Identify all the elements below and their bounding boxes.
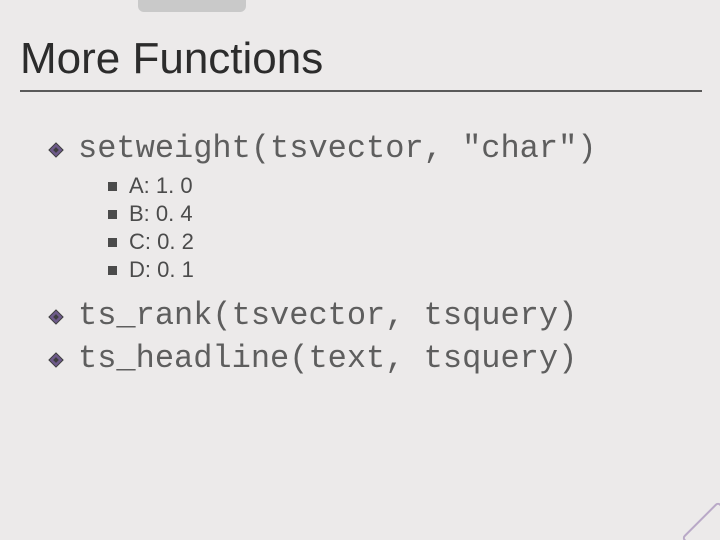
- list-item: B: 0. 4: [108, 201, 700, 227]
- diamond-bullet-icon: [48, 352, 64, 368]
- sub-text: A: 1. 0: [129, 173, 193, 199]
- list-item: A: 1. 0: [108, 173, 700, 199]
- list-item: ts_rank(tsvector, tsquery): [48, 297, 700, 334]
- slide-body: setweight(tsvector, "char") A: 1. 0 B: 0…: [20, 130, 700, 377]
- code-text: setweight(tsvector, "char"): [78, 130, 596, 167]
- square-bullet-icon: [108, 266, 117, 275]
- slide: More Functions setweight(tsvector, "char…: [0, 0, 720, 540]
- diamond-bullet-icon: [48, 309, 64, 325]
- square-bullet-icon: [108, 182, 117, 191]
- decorative-tab: [138, 0, 246, 12]
- code-text: ts_rank(tsvector, tsquery): [78, 297, 577, 334]
- list-item: ts_headline(text, tsquery): [48, 340, 700, 377]
- corner-ornament-icon: [672, 492, 720, 540]
- title-underline: [20, 90, 702, 92]
- list-item: C: 0. 2: [108, 229, 700, 255]
- diamond-bullet-icon: [48, 142, 64, 158]
- sub-text: D: 0. 1: [129, 257, 194, 283]
- title-block: More Functions: [20, 34, 700, 92]
- slide-title: More Functions: [20, 34, 700, 84]
- list-item: setweight(tsvector, "char"): [48, 130, 700, 167]
- sub-text: C: 0. 2: [129, 229, 194, 255]
- code-text: ts_headline(text, tsquery): [78, 340, 577, 377]
- sub-text: B: 0. 4: [129, 201, 193, 227]
- sub-list: A: 1. 0 B: 0. 4 C: 0. 2 D: 0. 1: [108, 173, 700, 283]
- square-bullet-icon: [108, 210, 117, 219]
- list-item: D: 0. 1: [108, 257, 700, 283]
- square-bullet-icon: [108, 238, 117, 247]
